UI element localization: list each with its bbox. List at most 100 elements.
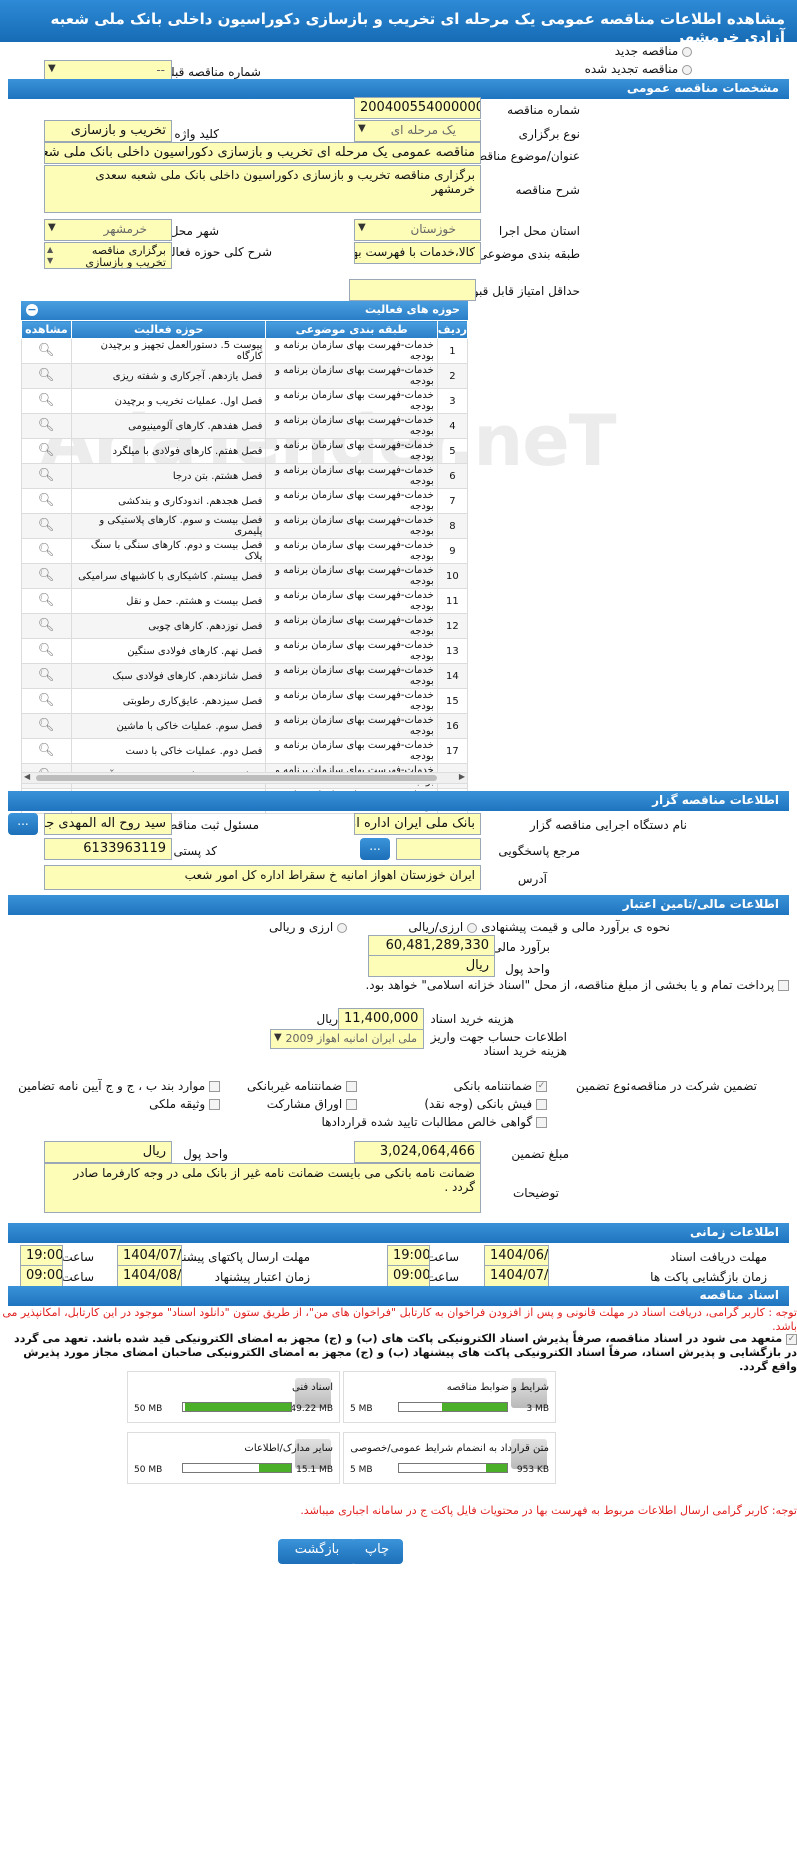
scroll-arrows-icon[interactable]: ▲ ▼ [47,244,53,266]
opt-claims-label: گواهی خالص مطالبات تایید شده قراردادها [321,1115,533,1129]
table-row: 2 خدمات-فهرست بهای سازمان برنامه و بودجه ف… [21,363,469,389]
checkbox-icon[interactable] [536,1099,547,1110]
opt-bank-receipt[interactable]: فیش بانکی (وجه نقد) [424,1097,547,1111]
file-card[interactable]: شرایط و ضوابط مناقصه 3 MB 5 MB [343,1371,556,1423]
file-card[interactable]: اسناد فنی 49.22 MB 50 MB [127,1371,340,1423]
address-field: ایران خوزستان اهواز امانیه خ سقراط اداره… [44,865,481,890]
magnifier-icon[interactable]: 🔍︎ [38,343,55,359]
checkbox-icon[interactable] [209,1099,220,1110]
checkbox-icon[interactable] [536,1117,547,1128]
row-view[interactable]: 🔍︎ [21,538,72,564]
checkbox-icon[interactable] [209,1081,220,1092]
magnifier-icon[interactable]: 🔍︎ [38,743,55,759]
scrollbar-thumb[interactable] [36,775,437,781]
row-view[interactable]: 🔍︎ [21,513,72,539]
opt-fx-and-rial[interactable]: ارزی و ریالی [269,920,347,934]
radio-icon[interactable] [682,46,692,57]
radio-icon[interactable] [467,922,477,933]
province-select[interactable]: ▼ خوزستان [354,219,481,241]
magnifier-icon[interactable]: 🔍︎ [38,468,55,484]
file-size: 15.1 MB [296,1465,333,1475]
row-view[interactable]: 🔍︎ [21,563,72,589]
row-view[interactable]: 🔍︎ [21,638,72,664]
row-view[interactable]: 🔍︎ [21,463,72,489]
magnifier-icon[interactable]: 🔍︎ [38,443,55,459]
back-button[interactable]: بازگشت [278,1539,356,1564]
tender-type-renewed[interactable]: مناقصه تجدید شده [585,62,692,76]
city-select[interactable]: ▼ خرمشهر [44,219,172,241]
file-card[interactable]: متن قرارداد به انضمام شرایط عمومی/خصوصی 9… [343,1432,556,1484]
registrar-more-button[interactable]: ... [8,813,38,835]
min-score-field [349,279,476,301]
file-progress-fill [258,1464,291,1472]
row-view[interactable]: 🔍︎ [21,713,72,739]
file-max-size: 50 MB [134,1404,163,1414]
magnifier-icon[interactable]: 🔍︎ [38,418,55,434]
horizontal-scrollbar[interactable]: ◀ ▶ [21,772,468,784]
radio-icon[interactable] [682,64,692,75]
magnifier-icon[interactable]: 🔍︎ [38,568,55,584]
opt-property[interactable]: وثیقه ملکی [149,1097,220,1111]
magnifier-icon[interactable]: 🔍︎ [38,518,55,534]
row-view[interactable]: 🔍︎ [21,438,72,464]
reference-more-button[interactable]: ... [360,838,390,860]
opt-bank-guarantee[interactable]: ✓ ضمانتنامه بانکی [454,1079,547,1093]
row-view[interactable]: 🔍︎ [21,613,72,639]
magnifier-icon[interactable]: 🔍︎ [38,393,55,409]
registrar-field: سید روح اله المهدی جزایری [44,813,172,835]
opt-claims[interactable]: گواهی خالص مطالبات تایید شده قراردادها [322,1115,547,1129]
magnifier-icon[interactable]: 🔍︎ [38,618,55,634]
checkbox-icon[interactable] [778,980,789,991]
checkbox-icon[interactable] [346,1099,357,1110]
opt-bonds[interactable]: اوراق مشارکت [267,1097,357,1111]
scroll-right-icon[interactable]: ▶ [459,772,465,781]
postal-code-label: کد پستی [173,844,218,858]
opt-nonbank-guarantee[interactable]: ضمانتنامه غیربانکی [247,1079,357,1093]
currency-label: واحد پول [505,962,550,976]
row-activity: فصل اول. عملیات تخریب و برچیدن [70,388,267,414]
row-view[interactable]: 🔍︎ [21,663,72,689]
row-number: 3 [436,388,469,414]
row-category: خدمات-فهرست بهای سازمان برنامه و بودجه [265,463,438,489]
table-row: 14 خدمات-فهرست بهای سازمان برنامه و بودجه… [21,663,469,689]
minus-circle-icon[interactable]: − [26,304,38,316]
row-view[interactable]: 🔍︎ [21,363,72,389]
opt-bank-receipt-label: فیش بانکی (وجه نقد) [424,1097,533,1111]
magnifier-icon[interactable]: 🔍︎ [38,643,55,659]
row-view[interactable]: 🔍︎ [21,338,72,364]
opt-article[interactable]: موارد بند ب ، ج و ج آیین نامه تضامین [18,1079,220,1093]
row-category: خدمات-فهرست بهای سازمان برنامه و بودجه [265,388,438,414]
magnifier-icon[interactable]: 🔍︎ [38,493,55,509]
magnifier-icon[interactable]: 🔍︎ [38,693,55,709]
account-select[interactable]: ▼ ملی ایران امانیه اهواز 2009 [270,1029,424,1049]
checkbox-icon[interactable] [346,1081,357,1092]
scroll-left-icon[interactable]: ◀ [24,772,30,781]
holding-type-select[interactable]: ▼ یک مرحله ای [354,120,481,142]
checkmark-icon[interactable]: ✓ [786,1333,797,1345]
magnifier-icon[interactable]: 🔍︎ [38,668,55,684]
row-view[interactable]: 🔍︎ [21,413,72,439]
magnifier-icon[interactable]: 🔍︎ [38,718,55,734]
file-card[interactable]: سایر مدارک/اطلاعات 15.1 MB 50 MB [127,1432,340,1484]
row-view[interactable]: 🔍︎ [21,488,72,514]
tender-type-new[interactable]: مناقصه جدید [615,44,692,58]
row-view[interactable]: 🔍︎ [21,388,72,414]
magnifier-icon[interactable]: 🔍︎ [38,543,55,559]
magnifier-icon[interactable]: 🔍︎ [38,368,55,384]
row-view[interactable]: 🔍︎ [21,738,72,764]
opt-rial-fx[interactable]: ارزی/ریالی [408,920,477,934]
submit-time-field: 19:00 [20,1245,63,1267]
validity-time-field: 09:00 [20,1265,63,1287]
row-view[interactable]: 🔍︎ [21,588,72,614]
islamic-treasury-option[interactable]: پرداخت تمام و یا بخشی از مبلغ مناقصه، از… [164,978,789,993]
file-size: 3 MB [526,1404,549,1414]
checkmark-icon[interactable]: ✓ [536,1081,547,1092]
magnifier-icon[interactable]: 🔍︎ [38,593,55,609]
radio-icon[interactable] [337,922,347,933]
chevron-down-icon: ▼ [48,63,56,74]
open-date-field: 1404/07/14 [484,1265,549,1287]
file-progress-bar [398,1402,508,1412]
guarantee-notes-label: توضیحات [512,1186,559,1200]
print-button[interactable]: چاپ [351,1539,403,1564]
row-view[interactable]: 🔍︎ [21,688,72,714]
